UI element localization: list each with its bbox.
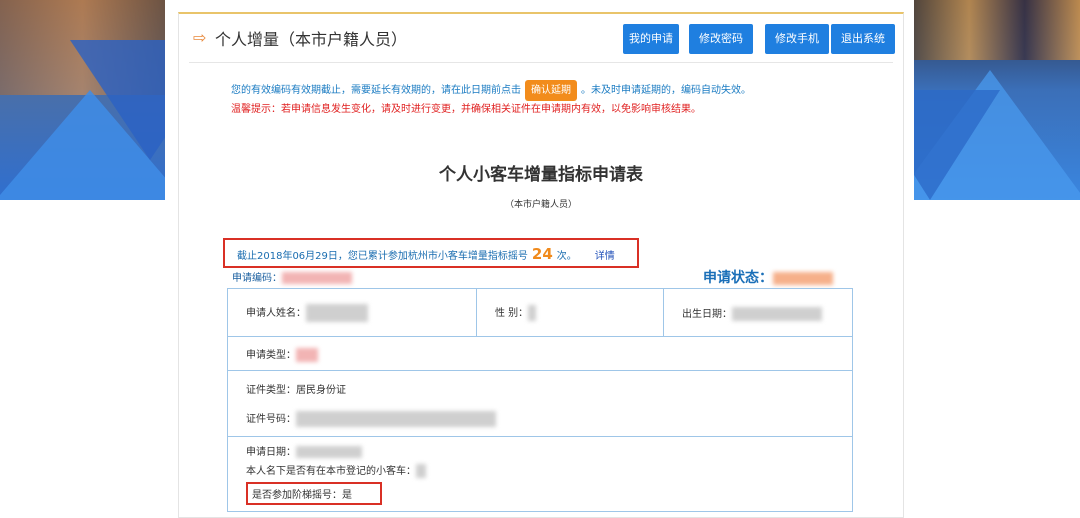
redacted-value [416,464,426,478]
applicant-info-table: 申请人姓名： 性 别： 出生日期： 申请类型： 证件类型：居民身份证 证件号码：… [227,288,853,512]
redacted-value [282,272,352,284]
my-application-button[interactable]: 我的申请 [623,24,679,54]
gender-cell: 性 别： [476,288,664,337]
name-cell: 申请人姓名： [227,288,477,337]
redacted-value [296,446,362,458]
background-left-art [0,0,165,200]
application-number: 申请编码： [232,269,352,284]
form-title: 个人小客车增量指标申请表 [439,165,643,185]
lottery-prefix-text: 截止2018年06月29日，您已累计参加杭州市小客车增量指标摇号 [237,251,528,262]
redacted-value [773,271,833,285]
background-right-art [914,0,1080,200]
apply-date-cell: 申请日期： 本人名下是否有在本市登记的小客车： 是否参加阶梯摇号：是 [227,436,853,512]
birth-cell: 出生日期： [663,288,853,337]
application-status: 申请状态： [703,267,833,287]
redacted-value [306,303,368,322]
redacted-value [732,306,822,321]
panel-header: ⇨ 个人增量（本市户籍人员） 我的申请 修改密码 修改手机 退出系统 [189,14,895,63]
detail-link[interactable]: 详情 [595,251,615,262]
confirm-extension-button[interactable]: 确认延期 [525,80,577,101]
validity-notice: 您的有效编码有效期截止，需要延长有效期的，请在此日期前点击 确认延期 。未及时申请延… [231,80,871,101]
lottery-count-box: 截止2018年06月29日，您已累计参加杭州市小客车增量指标摇号 24 次。 详情 [223,238,639,268]
change-password-button[interactable]: 修改密码 [689,24,753,54]
lottery-suffix-text: 次。 [556,251,577,262]
step-lottery-box: 是否参加阶梯摇号：是 [246,482,382,505]
step-lottery-value: 是 [342,490,352,501]
arrow-right-icon: ⇨ [193,28,207,47]
redacted-value [296,347,318,362]
lottery-count: 24 [531,245,553,263]
apply-type-cell: 申请类型： [227,336,853,371]
change-phone-button[interactable]: 修改手机 [765,24,829,54]
redacted-value [528,305,537,321]
redacted-value [296,410,496,427]
id-type-value: 居民身份证 [296,384,346,396]
application-panel: ⇨ 个人增量（本市户籍人员） 我的申请 修改密码 修改手机 退出系统 您的有效编… [178,12,904,518]
warning-notice: 温馨提示：若申请信息发生变化，请及时进行变更，并确保相关证件在申请期内有效，以免… [231,104,701,115]
form-subtitle: （本市户籍人员） [504,200,577,210]
logout-button[interactable]: 退出系统 [831,24,895,54]
notice-block: 您的有效编码有效期截止，需要延长有效期的，请在此日期前点击 确认延期 。未及时申请延… [231,80,871,118]
id-cell: 证件类型：居民身份证 证件号码： [227,370,853,437]
page-title: 个人增量（本市户籍人员） [215,32,408,49]
